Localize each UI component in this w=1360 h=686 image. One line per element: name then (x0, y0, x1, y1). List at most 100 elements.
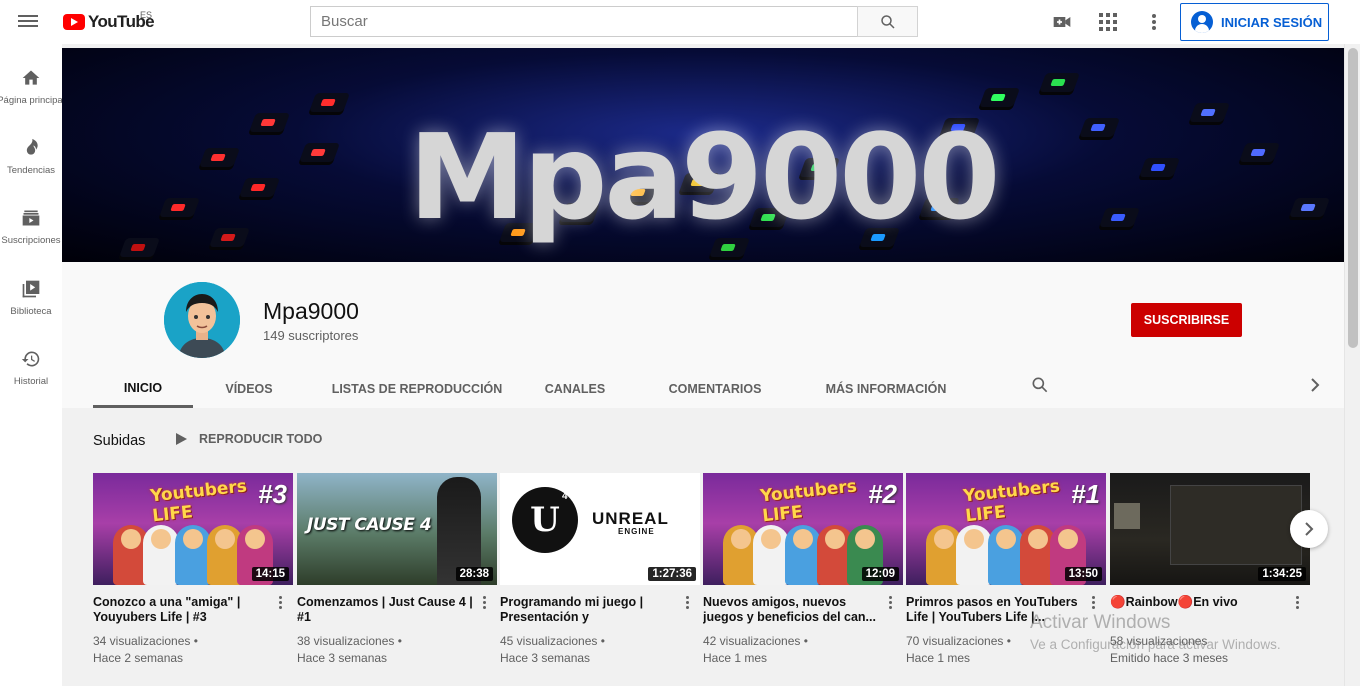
play-all-label: REPRODUCIR TODO (199, 432, 323, 446)
video-views: 42 visualizaciones • (703, 634, 808, 648)
video-age: Hace 3 semanas (500, 651, 591, 665)
sidebar-item-label: Página principal (0, 95, 65, 106)
tab-about[interactable]: MÁS INFORMACIÓN (809, 370, 963, 408)
search-button[interactable] (857, 6, 918, 37)
video-age: Emitido hace 3 meses (1110, 651, 1229, 665)
channel-header: Mpa9000 149 suscriptores SUSCRIBIRSE INI… (62, 262, 1344, 408)
video-age: Hace 3 semanas (297, 651, 388, 665)
video-title[interactable]: Nuevos amigos, nuevos juegos y beneficio… (703, 595, 879, 625)
sidebar-item-history[interactable]: Historial (0, 333, 62, 397)
tab-videos[interactable]: VÍDEOS (193, 370, 305, 408)
activate-windows-subtitle: Ve a Configuración para activar Windows. (1030, 637, 1281, 652)
video-thumbnail[interactable]: U 4 UNREAL ENGINE 1:27:36 (500, 473, 700, 585)
sidebar-item-label: Suscripciones (1, 235, 61, 246)
shelf-title: Subidas (93, 433, 146, 449)
tab-home[interactable]: INICIO (93, 370, 193, 408)
thumbnail-engine-logo: UNREAL (592, 509, 669, 528)
sidebar-item-label: Historial (13, 376, 49, 387)
library-icon (19, 277, 43, 301)
video-duration: 14:15 (251, 567, 289, 581)
channel-avatar[interactable] (164, 282, 240, 358)
thumbnail-engine-sub: ENGINE (618, 527, 655, 536)
account-icon (1191, 11, 1213, 33)
tabs-next-chevron-icon[interactable] (1308, 375, 1322, 400)
video-duration: 12:09 (861, 567, 899, 581)
video-duration: 1:34:25 (1258, 567, 1306, 581)
video-duration: 13:50 (1064, 567, 1102, 581)
webcam-overlay (1114, 503, 1140, 529)
hamburger-menu-icon[interactable] (18, 12, 38, 30)
video-views: 45 visualizaciones • (500, 634, 605, 648)
search-bar (310, 6, 918, 37)
scrollbar-thumb[interactable] (1348, 48, 1358, 348)
video-views: 34 visualizaciones • (93, 634, 198, 648)
sidebar-item-home[interactable]: Página principal (0, 52, 65, 116)
activate-windows-title: Activar Windows (1030, 612, 1171, 633)
sidebar-item-label: Tendencias (6, 165, 56, 176)
tab-channels[interactable]: CANALES (529, 370, 621, 408)
video-menu-icon[interactable] (886, 595, 894, 611)
channel-tabs: INICIO VÍDEOS LISTAS DE REPRODUCCIÓN CAN… (93, 370, 963, 408)
mini-sidebar: Página principal Tendencias Suscripcione… (0, 44, 65, 686)
video-age: Hace 1 mes (906, 651, 971, 665)
video-title[interactable]: 🔴Rainbow🔴En vivo (1110, 595, 1286, 610)
video-menu-icon[interactable] (1293, 595, 1301, 611)
video-duration: 1:27:36 (648, 567, 696, 581)
video-views: 70 visualizaciones • (906, 634, 1011, 648)
video-menu-icon[interactable] (1089, 595, 1097, 611)
video-thumbnail[interactable]: 1:34:25 (1110, 473, 1310, 585)
channel-search-icon[interactable] (1030, 375, 1050, 400)
sidebar-item-subscriptions[interactable]: Suscripciones (0, 192, 62, 256)
subscriptions-icon (19, 206, 43, 230)
page-scrollbar[interactable] (1344, 44, 1360, 686)
video-title[interactable]: Conozco a una "amiga" | Youyubers Life |… (93, 595, 269, 625)
episode-number: #2 (868, 479, 897, 509)
video-thumbnail[interactable]: Youtubers LIFE #2 12:09 (703, 473, 903, 585)
sign-in-button[interactable]: INICIAR SESIÓN (1180, 3, 1329, 41)
search-icon (880, 14, 895, 29)
video-thumbnail[interactable]: JUST CAUSE 4 28:38 (297, 473, 497, 585)
video-age: Hace 2 semanas (93, 651, 184, 665)
avatar-illustration-icon (164, 282, 240, 358)
more-vertical-icon[interactable] (1142, 10, 1166, 34)
youtube-logo[interactable]: YouTube ES (63, 10, 155, 33)
search-input[interactable] (310, 6, 857, 37)
video-thumbnail[interactable]: Youtubers LIFE #1 13:50 (906, 473, 1106, 585)
video-menu-icon[interactable] (276, 595, 284, 611)
video-duration: 28:38 (455, 567, 493, 581)
video-title[interactable]: Comenzamos | Just Cause 4 | #1 (297, 595, 473, 625)
video-views: 38 visualizaciones • (297, 634, 402, 648)
channel-name: Mpa9000 (263, 298, 359, 324)
play-all-button[interactable]: REPRODUCIR TODO (176, 432, 322, 446)
sign-in-label: INICIAR SESIÓN (1221, 14, 1323, 30)
tab-playlists[interactable]: LISTAS DE REPRODUCCIÓN (305, 370, 529, 408)
play-icon (176, 433, 187, 445)
top-bar: YouTube ES INICIAR SESIÓN (0, 0, 1360, 44)
flame-icon (19, 136, 43, 160)
shelf-next-button[interactable] (1290, 510, 1328, 548)
create-video-icon[interactable] (1050, 10, 1074, 34)
region-code: ES (140, 10, 153, 20)
banner-title: Mpa9000 (408, 108, 1001, 246)
subscriber-count: 149 suscriptores (263, 328, 359, 343)
video-title[interactable]: Programando mi juego | Presentación y pr… (500, 595, 676, 625)
video-age: Hace 1 mes (703, 651, 768, 665)
home-icon (19, 66, 43, 90)
apps-grid-icon[interactable] (1096, 10, 1120, 34)
tab-comments[interactable]: COMENTARIOS (621, 370, 809, 408)
sidebar-item-trending[interactable]: Tendencias (0, 122, 62, 186)
episode-number: #1 (1071, 479, 1100, 509)
video-menu-icon[interactable] (683, 595, 691, 611)
sidebar-item-library[interactable]: Biblioteca (0, 263, 62, 327)
video-thumbnail[interactable]: Youtubers LIFE #3 14:15 (93, 473, 293, 585)
youtube-play-icon (63, 14, 85, 30)
sidebar-item-label: Biblioteca (10, 306, 52, 317)
thumbnail-game-logo: JUST CAUSE 4 (307, 515, 432, 535)
episode-number: #3 (258, 479, 287, 509)
history-icon (19, 347, 43, 371)
channel-banner: Mpa9000 (62, 48, 1344, 262)
chevron-right-icon (1305, 522, 1314, 536)
top-icons (1050, 10, 1166, 34)
video-menu-icon[interactable] (480, 595, 488, 611)
subscribe-button[interactable]: SUSCRIBIRSE (1131, 303, 1242, 337)
